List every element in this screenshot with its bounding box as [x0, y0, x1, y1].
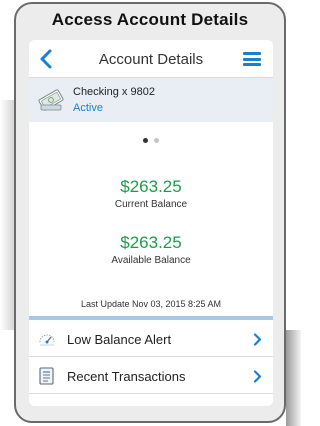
page-dot-active [143, 138, 148, 143]
menu-item-low-balance-alert[interactable]: Low Balance Alert [29, 321, 273, 357]
available-balance-label: Available Balance [111, 255, 191, 266]
phone-frame: Access Account Details Account Details C… [14, 2, 286, 423]
divider [29, 316, 273, 320]
menu-item-recent-transactions[interactable]: Recent Transactions [29, 358, 273, 394]
account-name: Checking x 9802 [73, 86, 155, 98]
gauge-icon [39, 334, 55, 346]
menu-button[interactable] [243, 52, 261, 66]
right-shadow [286, 330, 301, 426]
account-summary[interactable]: Checking x 9802 Active [29, 78, 273, 122]
menu-item-label: Low Balance Alert [67, 332, 172, 347]
page-indicator[interactable] [29, 138, 273, 143]
cash-icon [38, 89, 64, 111]
page-dot [154, 138, 159, 143]
chevron-right-icon [253, 333, 262, 346]
chevron-right-icon [253, 370, 262, 383]
hamburger-menu-icon [243, 52, 261, 66]
account-status: Active [73, 102, 103, 114]
current-balance-label: Current Balance [114, 199, 188, 210]
menu-item-label: Recent Transactions [67, 369, 186, 384]
last-update-text: Last Update Nov 03, 2015 8:25 AM [80, 299, 222, 309]
phone-screen: Account Details Checking x 9802 Active $… [29, 40, 273, 406]
banner-title: Access Account Details [51, 10, 249, 29]
left-shadow [0, 100, 14, 330]
nav-bar: Account Details [29, 40, 273, 78]
available-balance-amount: $263.25 [120, 233, 182, 252]
nav-title: Account Details [98, 51, 204, 68]
current-balance-amount: $263.25 [120, 177, 182, 196]
document-list-icon [39, 367, 54, 385]
